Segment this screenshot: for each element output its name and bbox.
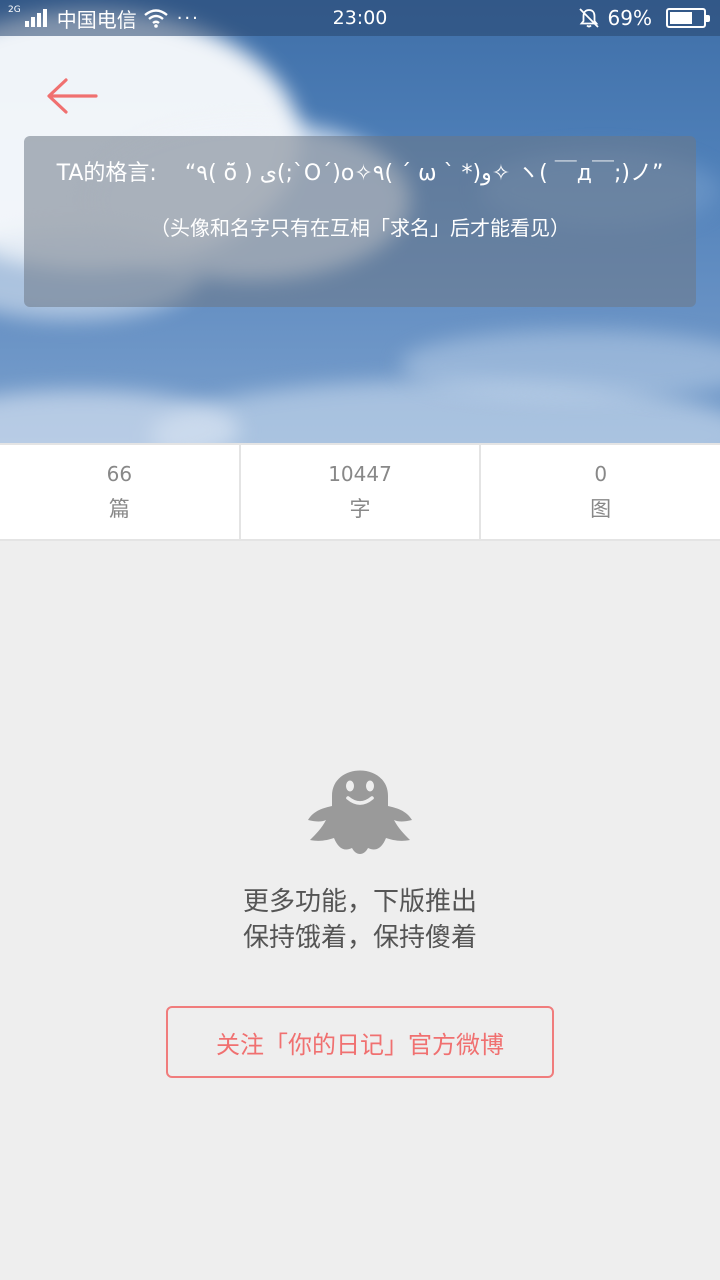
- follow-weibo-button[interactable]: 关注「你的日记」官方微博: [166, 1006, 554, 1078]
- battery-icon: [666, 8, 710, 28]
- motto-text: “٩( ö̆ ) ی(;`O´)o✧٩( ´ ω ` *)و✧ ヽ( ￣д￣;)…: [184, 161, 664, 186]
- ghost-icon: [308, 770, 412, 854]
- battery-percent: 69%: [607, 6, 652, 30]
- cloud-decoration: [0, 390, 240, 443]
- stat-label: 篇: [108, 497, 130, 521]
- battery-fill: [670, 12, 692, 24]
- back-button[interactable]: [40, 74, 104, 118]
- stat-label: 图: [590, 497, 612, 521]
- motto: TA的格言: “٩( ö̆ ) ی(;`O´)o✧٩( ´ ω ` *)و✧ ヽ…: [54, 156, 666, 192]
- stat-value: 0: [594, 462, 608, 486]
- stat-label: 字: [349, 497, 371, 521]
- reveal-note: （头像和名字只有在互相「求名」后才能看见）: [150, 216, 570, 240]
- profile-header: 2G 中国电信 ··· 23:00 69% TA的格言: “٩(ö̆) ی(…: [0, 0, 720, 443]
- stats-bar: 66 篇 10447 字 0 图: [0, 443, 720, 541]
- stat-images: 0 图: [481, 445, 720, 539]
- empty-line-2: 保持饿着，保持傻着: [242, 923, 477, 953]
- mute-bell-icon: [578, 8, 599, 28]
- stat-value: 66: [106, 462, 133, 486]
- back-arrow-icon: [47, 78, 98, 114]
- stat-posts: 66 篇: [0, 445, 241, 539]
- motto-card: TA的格言: “٩( ö̆ ) ی(;`O´)o✧٩( ´ ω ` *)و✧ ヽ…: [24, 136, 696, 307]
- stat-characters: 10447 字: [241, 445, 482, 539]
- stat-value: 10447: [328, 462, 392, 486]
- empty-state-message: 更多功能，下版推出 保持饿着，保持傻着: [0, 884, 720, 956]
- status-bar: 2G 中国电信 ··· 23:00 69%: [0, 0, 720, 36]
- empty-line-1: 更多功能，下版推出: [242, 887, 477, 917]
- motto-label: TA的格言:: [56, 161, 157, 186]
